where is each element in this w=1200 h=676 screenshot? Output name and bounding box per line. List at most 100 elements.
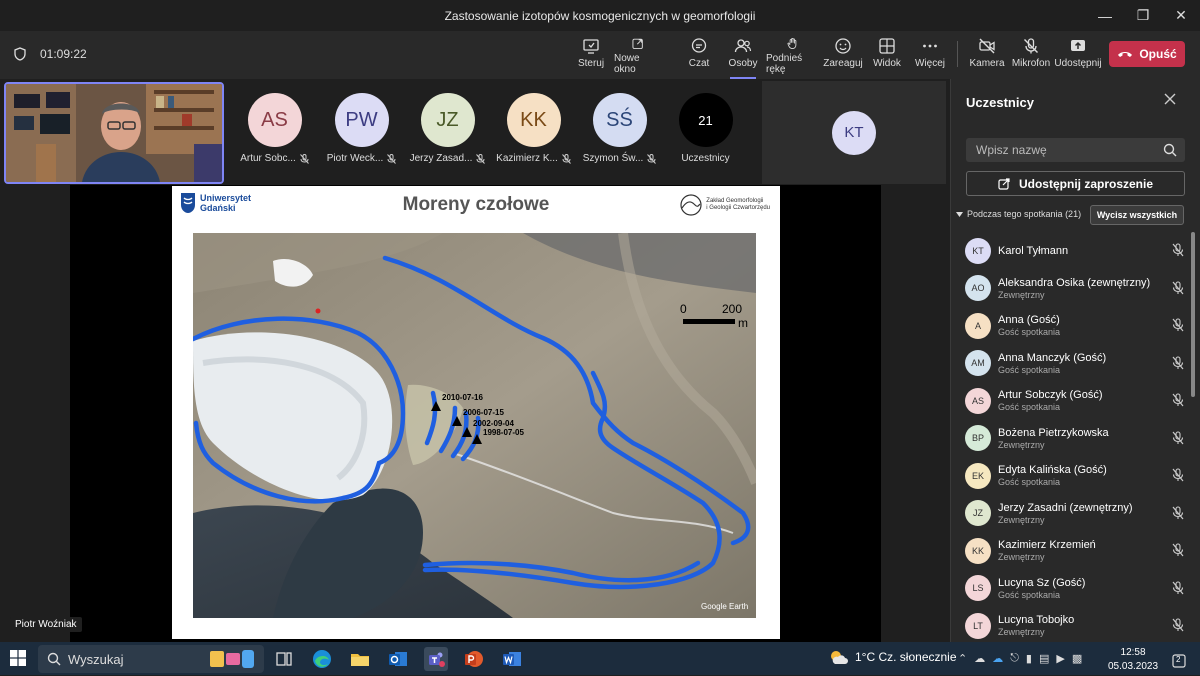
maximize-button[interactable]: ❐ bbox=[1124, 0, 1162, 31]
microphone-button[interactable]: Mikrofon bbox=[1012, 37, 1050, 75]
participant-row[interactable]: BP Bożena Pietrzykowska Zewnętrzny bbox=[956, 420, 1188, 458]
participant-row[interactable]: LS Lucyna Sz (Gość) Gość spotkania bbox=[956, 570, 1188, 608]
close-window-button[interactable]: ✕ bbox=[1162, 0, 1200, 31]
onedrive-icon[interactable]: ☁ bbox=[992, 652, 1003, 665]
share-button[interactable]: Udostępnij bbox=[1054, 37, 1102, 75]
scale-unit: m bbox=[738, 316, 748, 330]
leave-button[interactable]: Opuść bbox=[1109, 41, 1185, 67]
clock-time: 12:58 bbox=[1120, 647, 1146, 658]
participant-name: Aleksandra Osika (zewnętrzny) bbox=[998, 276, 1151, 289]
notification-center-button[interactable]: 2 bbox=[1172, 654, 1186, 668]
outlook-app[interactable] bbox=[386, 647, 410, 671]
participant-card[interactable]: KK Kazimierz K... bbox=[491, 93, 576, 164]
share-invite-button[interactable]: Udostępnij zaproszenie bbox=[966, 171, 1185, 196]
mic-off-icon bbox=[1024, 38, 1038, 54]
presenter-video[interactable] bbox=[4, 82, 224, 184]
participant-mic-status[interactable] bbox=[1172, 393, 1184, 412]
mic-off-icon bbox=[1172, 505, 1184, 519]
edge-app[interactable] bbox=[310, 647, 334, 671]
avatar: KT bbox=[965, 237, 991, 264]
sun-cloud-icon bbox=[831, 651, 848, 664]
system-tray[interactable]: ⌃ ☁ ☁ ⎋ ▮ ▤ ▶ ▩ bbox=[958, 652, 1082, 665]
avatar: KK bbox=[506, 93, 561, 147]
powerpoint-app[interactable] bbox=[462, 647, 486, 671]
mic-off-icon bbox=[1172, 243, 1184, 257]
participant-search-input[interactable]: Wpisz nazwę bbox=[966, 138, 1185, 162]
word-app[interactable] bbox=[500, 647, 524, 671]
participant-mic-status[interactable] bbox=[1172, 243, 1184, 262]
participant-mic-status[interactable] bbox=[1172, 468, 1184, 487]
participant-row[interactable]: EK Edyta Kalińska (Gość) Gość spotkania bbox=[956, 457, 1188, 495]
participant-row[interactable]: KT Karol Tyłmann bbox=[956, 232, 1188, 270]
participant-mic-status[interactable] bbox=[1172, 280, 1184, 300]
participant-row[interactable]: A Anna (Gość) Gość spotkania bbox=[956, 307, 1188, 345]
file-explorer-app[interactable] bbox=[348, 647, 372, 671]
minimize-button[interactable]: — bbox=[1086, 0, 1124, 31]
people-icon bbox=[734, 39, 752, 53]
participant-tile[interactable]: KT bbox=[762, 81, 946, 184]
network-icon[interactable]: ▤ bbox=[1039, 652, 1049, 665]
panel-scrollbar[interactable] bbox=[1191, 232, 1195, 397]
participant-card[interactable]: AS Artur Sobc... bbox=[232, 93, 317, 164]
participant-role: Zewnętrzny bbox=[998, 627, 1045, 638]
grid-icon bbox=[879, 38, 895, 54]
outlook-icon bbox=[389, 652, 407, 666]
battery-icon[interactable]: ▮ bbox=[1026, 652, 1032, 665]
share-control-button[interactable]: Steruj bbox=[573, 37, 609, 75]
participant-mic-status[interactable] bbox=[1172, 355, 1184, 375]
taskbar-clock[interactable]: 12:58 05.03.2023 bbox=[1108, 646, 1158, 674]
people-button[interactable]: Osoby bbox=[727, 37, 759, 75]
new-window-button[interactable]: Nowe okno bbox=[614, 37, 662, 75]
teams-app[interactable] bbox=[424, 647, 448, 671]
mic-icon[interactable]: ⎋ bbox=[1010, 652, 1019, 665]
title-bar: Zastosowanie izotopów kosmogenicznych w … bbox=[0, 0, 1200, 31]
chat-button[interactable]: Czat bbox=[683, 37, 715, 75]
mic-off-icon bbox=[1172, 618, 1184, 632]
participants-overflow[interactable]: 21 Uczestnicy bbox=[663, 93, 748, 164]
clock-date: 05.03.2023 bbox=[1108, 661, 1159, 672]
section-toggle[interactable]: Podczas tego spotkania (21) bbox=[956, 209, 1081, 219]
view-button[interactable]: Widok bbox=[871, 37, 903, 75]
participant-mic-status[interactable] bbox=[1172, 618, 1184, 637]
chevron-up-icon[interactable]: ⌃ bbox=[958, 652, 967, 665]
participant-mic-status[interactable] bbox=[1172, 318, 1184, 337]
participant-row[interactable]: AS Artur Sobczyk (Gość) Gość spotkania bbox=[956, 382, 1188, 420]
camera-button[interactable]: Kamera bbox=[970, 37, 1005, 75]
taskbar-search[interactable]: Wyszukaj bbox=[38, 645, 264, 673]
participant-mic-status[interactable] bbox=[1172, 505, 1184, 525]
mic-off-icon bbox=[1172, 393, 1184, 407]
battery-level-icon[interactable]: ▩ bbox=[1072, 652, 1082, 665]
start-button[interactable] bbox=[10, 650, 26, 671]
close-icon bbox=[1164, 93, 1176, 105]
close-panel-button[interactable] bbox=[1163, 92, 1177, 111]
avatar: PW bbox=[334, 93, 389, 147]
mic-off-icon bbox=[1172, 355, 1184, 369]
mute-all-button[interactable]: Wycisz wszystkich bbox=[1090, 205, 1184, 225]
participant-row[interactable]: JZ Jerzy Zasadni (zewnętrzny) Zewnętrzny bbox=[956, 495, 1188, 533]
task-view-button[interactable] bbox=[272, 647, 296, 671]
avatar: LS bbox=[965, 575, 991, 602]
participant-name: Lucyna Sz (Gość) bbox=[998, 576, 1086, 589]
participant-row[interactable]: AO Aleksandra Osika (zewnętrzny) Zewnętrzn… bbox=[956, 270, 1188, 308]
participant-mic-status[interactable] bbox=[1172, 580, 1184, 600]
volume-icon[interactable]: ▶ bbox=[1056, 652, 1064, 665]
view-label: Widok bbox=[873, 58, 901, 69]
participant-card[interactable]: PW Piotr Weck... bbox=[319, 93, 404, 164]
raise-hand-button[interactable]: Podnieś rękę bbox=[766, 37, 820, 75]
participant-card[interactable]: SŚ Szymon Św... bbox=[577, 93, 662, 164]
moraine-date-label: 1998-07-05 bbox=[483, 428, 524, 437]
participant-mic-status[interactable] bbox=[1172, 543, 1184, 562]
participant-row[interactable]: LT Lucyna Tobojko Zewnętrzny bbox=[956, 607, 1188, 645]
participant-card[interactable]: JZ Jerzy Zasad... bbox=[405, 93, 490, 164]
participant-role: Zewnętrzny bbox=[998, 514, 1045, 525]
mic-off-icon bbox=[1172, 580, 1184, 594]
participant-row[interactable]: AM Anna Manczyk (Gość) Gość spotkania bbox=[956, 345, 1188, 383]
weather-widget[interactable]: 1°C Cz. słonecznie bbox=[829, 649, 957, 665]
more-button[interactable]: Więcej bbox=[914, 37, 946, 75]
react-button[interactable]: Zareaguj bbox=[823, 37, 863, 75]
participant-mic-status[interactable] bbox=[1172, 430, 1184, 450]
participant-role: Gość spotkania bbox=[998, 402, 1061, 413]
participant-row[interactable]: KK Kazimierz Krzemień Zewnętrzny bbox=[956, 532, 1188, 570]
participant-name: Bożena Pietrzykowska bbox=[998, 426, 1109, 439]
cloud-sync-icon[interactable]: ☁ bbox=[974, 652, 985, 665]
